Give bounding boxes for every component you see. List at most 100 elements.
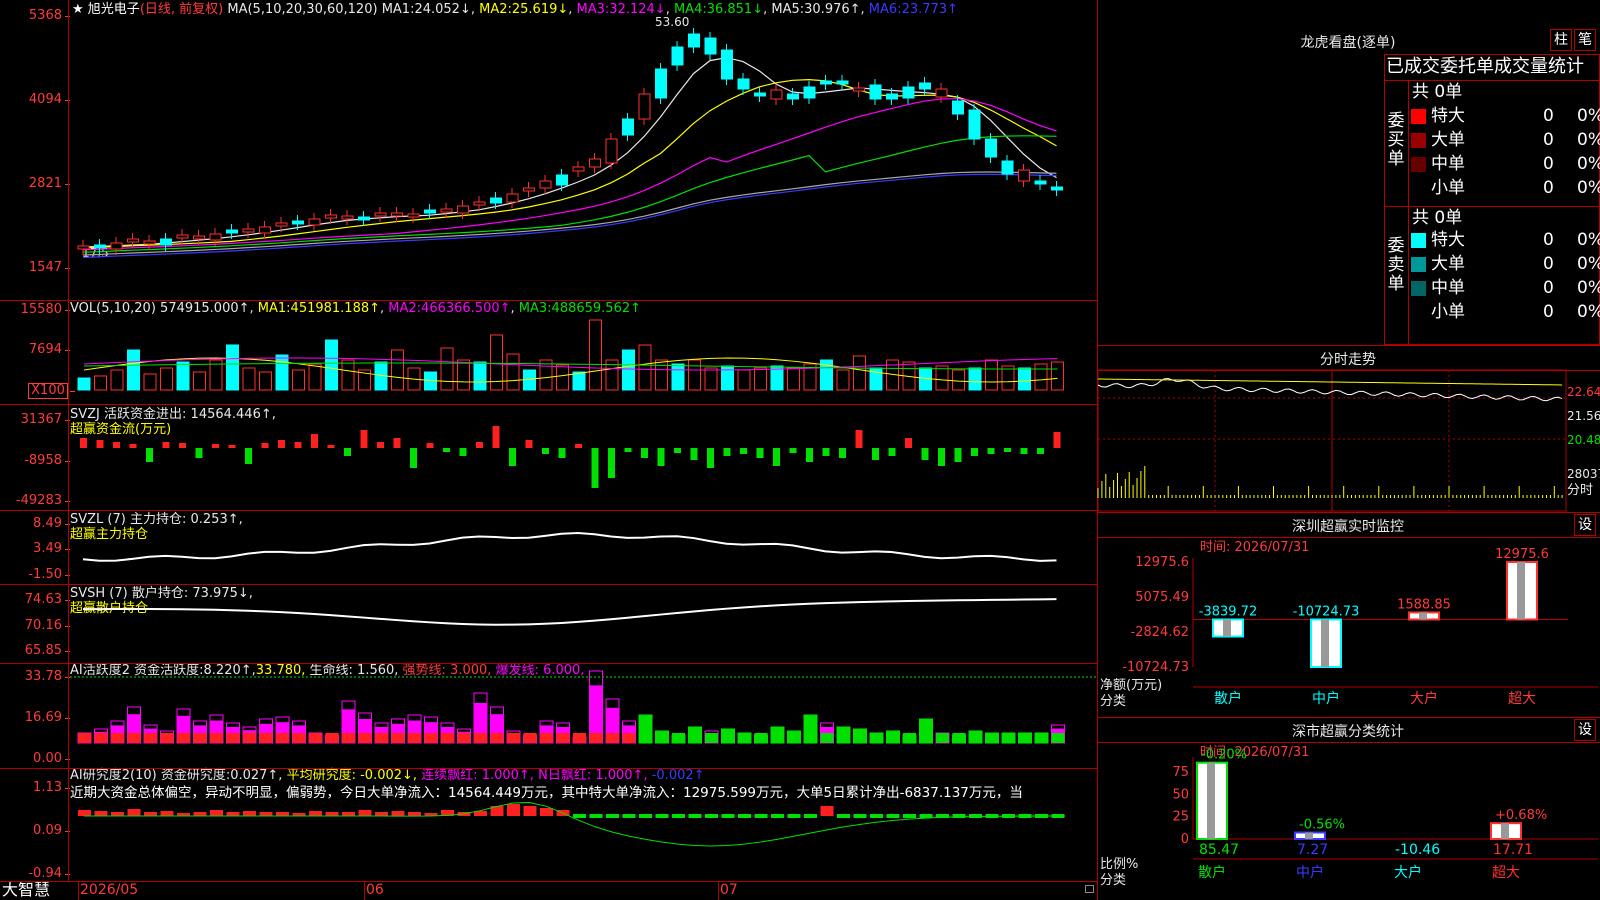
fund-flow-bar: [591, 448, 599, 488]
fund-flow-bar: [162, 442, 170, 448]
volume-bar: [622, 349, 635, 391]
sell-total: 共 0单: [1412, 208, 1463, 228]
research-bar: [391, 811, 405, 816]
volume-panel[interactable]: VOL(5,10,20) 574915.000↑, MA1:451981.188…: [0, 300, 1097, 404]
life-bar: [820, 733, 834, 743]
sell-order-count: 0: [1543, 230, 1554, 250]
buy-order-row: 特大 0 0%: [1411, 104, 1600, 128]
research-bar: [160, 811, 174, 816]
svzl-panel[interactable]: SVZL (7) 主力持仓: 0.253↑, 超赢主力持仓 8.49 3.49 …: [0, 510, 1097, 584]
fund-flow-bar: [756, 448, 764, 458]
research-bar: [573, 814, 586, 818]
intraday-panel[interactable]: 分时走势 22.64 21.56 20.48 28037 分时: [1097, 345, 1600, 512]
life-bar: [243, 733, 256, 743]
life-bar: [540, 733, 553, 743]
fund-flow-bar: [509, 448, 516, 466]
candle: [1001, 160, 1014, 175]
ai-activity-panel[interactable]: AI活跃度2 资金活跃度:8.220↑,33.780, 生命线: 1.560, …: [0, 663, 1097, 768]
time-axis: 大智慧 2026/05 06 07: [0, 881, 1097, 900]
research-bar: [655, 814, 669, 818]
life-bar: [523, 733, 537, 743]
bar-view-button[interactable]: 柱: [1550, 29, 1572, 51]
fund-flow-bar: [1004, 448, 1011, 452]
sz-monitor-y-tick: 5075.49: [1135, 590, 1189, 605]
candle: [968, 109, 981, 140]
research-bar: [886, 814, 900, 818]
candle: [1018, 169, 1030, 182]
candle: [292, 220, 304, 225]
buy-order-name: 小单: [1431, 178, 1465, 198]
sell-order-row: 小单 0 0%: [1411, 300, 1600, 324]
fund-flow-bar: [426, 443, 434, 448]
svzl-chart: [82, 532, 1057, 562]
sell-order-pct: 0%: [1577, 254, 1600, 274]
life-bar: [193, 733, 207, 743]
sell-order-swatch: [1411, 256, 1426, 272]
sell-order-name: 中单: [1431, 278, 1465, 298]
sell-orders-label: 委卖单: [1387, 236, 1405, 294]
candle: [77, 245, 90, 250]
life-bar: [639, 733, 652, 743]
candle: [275, 222, 288, 227]
x-tick: 06: [366, 882, 384, 898]
life-bar: [936, 733, 949, 743]
ai-activity-chart: [70, 670, 1097, 744]
candle: [869, 84, 882, 100]
research-bar: [754, 814, 768, 818]
sz-class-y-tick: 0: [1181, 832, 1189, 847]
volume-bar: [671, 363, 685, 391]
sell-order-count: 0: [1543, 278, 1554, 298]
life-bar: [408, 733, 421, 743]
candle: [902, 86, 915, 99]
buy-order-row: 小单 0 0%: [1411, 176, 1600, 200]
life-bar: [837, 733, 850, 743]
candle: [919, 82, 931, 90]
sell-order-swatch: [1411, 304, 1426, 320]
fund-flow-bar: [608, 448, 615, 478]
sell-order-pct: 0%: [1577, 230, 1600, 250]
svsh-panel[interactable]: SVSH (7) 散户持仓: 73.975↓, 超赢散户持仓 74.63 70.…: [0, 584, 1097, 663]
sz-class-value: 7.27: [1297, 842, 1328, 858]
brand-label[interactable]: 大智慧: [2, 882, 50, 898]
sz-class-xlabel: 分类: [1100, 873, 1127, 888]
sz-monitor-bar-shade: [1321, 619, 1329, 667]
trade-view-button[interactable]: 笔: [1574, 29, 1596, 51]
sz-class-panel: 深市超赢分类统计 设 时间: 2026/07/31 75 50 25 0 -0.20% 8…: [1098, 717, 1600, 900]
candle: [836, 80, 849, 85]
volume-bar: [556, 364, 569, 391]
fund-flow-bar: [740, 448, 747, 454]
intraday-unit: 分时: [1567, 483, 1594, 498]
order-stats-header: 已成交委托单成交量统计: [1386, 56, 1584, 77]
candle: [440, 208, 453, 213]
fund-flow-bar: [80, 438, 87, 448]
ai-research-panel[interactable]: AI研究度2(10) 资金研究度:0.027↑, 平均研究度: -0.002↓,…: [0, 768, 1097, 881]
life-bar: [1051, 733, 1065, 743]
fund-flow-bar: [212, 444, 219, 448]
buy-order-count: 0: [1543, 106, 1554, 126]
life-bar: [787, 733, 801, 743]
candle: [556, 174, 568, 186]
volume-bar: [242, 367, 256, 391]
volume-bar: [1018, 367, 1031, 391]
volume-bar: [226, 344, 239, 391]
ai-research-chart: [78, 802, 1065, 847]
svzj-panel[interactable]: SVZJ 活跃资金进出: 14564.446↑, 超赢资金流(万元) 31367…: [0, 404, 1097, 510]
buy-order-row: 大单 0 0%: [1411, 128, 1600, 152]
lock-icon[interactable]: [1085, 885, 1094, 893]
fund-flow-bar: [938, 448, 945, 466]
volume-bar: [77, 377, 91, 391]
fund-flow-bar: [707, 448, 714, 468]
life-bar: [441, 733, 454, 743]
research-bar: [226, 812, 240, 816]
volume-bar: [985, 359, 998, 391]
candle: [1034, 180, 1047, 185]
life-bar: [177, 733, 190, 743]
candle: [209, 233, 222, 241]
fund-flow-bar: [542, 448, 549, 454]
sz-class-category: 中户: [1296, 864, 1324, 881]
life-bar: [919, 733, 933, 743]
main-chart-panel[interactable]: ★ 旭光电子(日线, 前复权) MA(5,10,20,30,60,120) MA…: [0, 0, 1097, 300]
life-bar: [424, 733, 438, 743]
buy-order-name: 大单: [1431, 130, 1465, 150]
volume-bar: [737, 369, 751, 391]
